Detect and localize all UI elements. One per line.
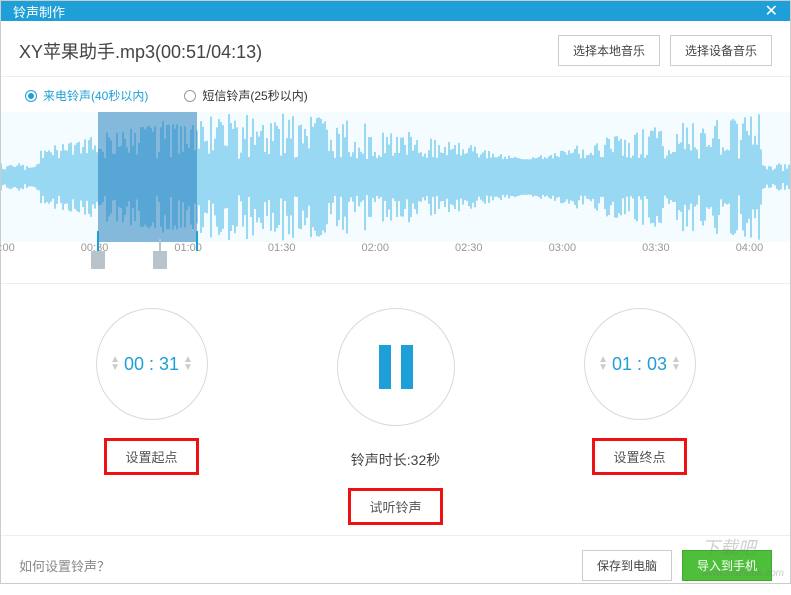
- stepper-arrows-icon[interactable]: ▲▼: [671, 356, 681, 372]
- choose-device-music-button[interactable]: 选择设备音乐: [670, 35, 772, 66]
- file-name: XY苹果助手.mp3: [19, 42, 155, 62]
- stepper-arrows-icon[interactable]: ▲▼: [183, 356, 193, 372]
- selection-start-handle[interactable]: [91, 251, 105, 269]
- window-titlebar: 铃声制作 ✕: [1, 1, 790, 21]
- radio-incoming-label: 来电铃声(40秒以内): [43, 87, 148, 104]
- timeline-tick: 03:30: [642, 242, 670, 254]
- ringtone-duration-label: 铃声时长:32秒: [351, 450, 440, 470]
- header: XY苹果助手.mp3(00:51/04:13) 选择本地音乐 选择设备音乐: [1, 21, 790, 77]
- choose-local-music-button[interactable]: 选择本地音乐: [558, 35, 660, 66]
- start-time-stepper[interactable]: ▲▼ 00 : 31 ▲▼: [96, 308, 208, 420]
- file-duration: 04:13: [211, 42, 256, 62]
- file-name-display: XY苹果助手.mp3(00:51/04:13): [19, 38, 262, 64]
- controls-row: ▲▼ 00 : 31 ▲▼ 设置起点 铃声时长:32秒 试听铃声 ▲▼ 01 :…: [1, 284, 790, 535]
- radio-icon: [25, 90, 37, 102]
- timeline-tick: 01:30: [268, 242, 296, 254]
- timeline-tick: 02:00: [361, 242, 389, 254]
- set-start-button[interactable]: 设置起点: [104, 438, 198, 475]
- end-time-stepper[interactable]: ▲▼ 01 : 03 ▲▼: [584, 308, 696, 420]
- radio-sms[interactable]: 短信铃声(25秒以内): [184, 87, 307, 104]
- file-position: 00:51: [161, 42, 206, 62]
- timeline[interactable]: 00:0000:3001:0001:3002:0002:3003:0003:30…: [1, 242, 790, 284]
- selection-start-marker[interactable]: [97, 231, 99, 251]
- footer: 如何设置铃声？ 保存到电脑 导入到手机: [1, 535, 790, 595]
- window-title: 铃声制作: [13, 2, 65, 21]
- timeline-tick: 02:30: [455, 242, 483, 254]
- pause-icon: [379, 345, 413, 389]
- stepper-arrows-icon[interactable]: ▲▼: [598, 356, 608, 372]
- start-time-value: 00 : 31: [124, 354, 179, 375]
- save-to-pc-button[interactable]: 保存到电脑: [582, 550, 672, 581]
- timeline-tick: 00:00: [0, 242, 15, 254]
- play-pause-button[interactable]: [337, 308, 455, 426]
- preview-ringtone-button[interactable]: 试听铃声: [348, 488, 442, 525]
- import-to-device-button[interactable]: 导入到手机: [682, 550, 772, 581]
- set-end-button[interactable]: 设置终点: [592, 438, 686, 475]
- waveform[interactable]: [1, 112, 790, 242]
- radio-sms-label: 短信铃声(25秒以内): [202, 87, 307, 104]
- close-icon[interactable]: ✕: [765, 1, 778, 21]
- stepper-arrows-icon[interactable]: ▲▼: [110, 356, 120, 372]
- playhead-handle[interactable]: [153, 251, 167, 269]
- ringtone-type-radios: 来电铃声(40秒以内) 短信铃声(25秒以内): [1, 77, 790, 112]
- timeline-tick: 03:00: [549, 242, 577, 254]
- radio-icon: [184, 90, 196, 102]
- waveform-selection-range[interactable]: [98, 112, 198, 242]
- timeline-tick: 04:00: [736, 242, 764, 254]
- selection-end-handle[interactable]: [196, 231, 198, 251]
- radio-incoming-call[interactable]: 来电铃声(40秒以内): [25, 87, 148, 104]
- help-link[interactable]: 如何设置铃声？: [19, 556, 110, 575]
- end-time-value: 01 : 03: [612, 354, 667, 375]
- waveform-container: 00:0000:3001:0001:3002:0002:3003:0003:30…: [1, 112, 790, 284]
